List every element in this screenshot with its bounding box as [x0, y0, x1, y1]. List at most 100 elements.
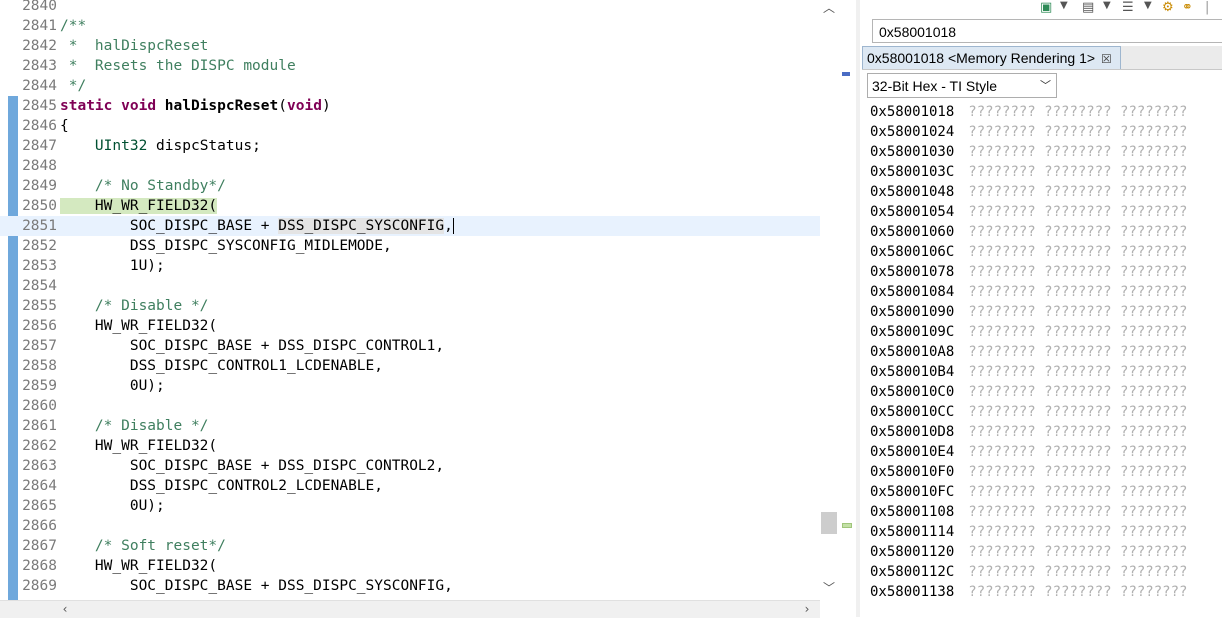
memory-values[interactable]: ???????? ???????? ????????	[968, 324, 1187, 340]
memory-values[interactable]: ???????? ???????? ????????	[968, 504, 1187, 520]
memory-row[interactable]: 0x58001090 ???????? ???????? ????????	[870, 302, 1187, 322]
memory-row[interactable]: 0x58001138 ???????? ???????? ????????	[870, 582, 1187, 602]
code-line[interactable]: 2855 /* Disable */	[0, 296, 820, 316]
memory-values[interactable]: ???????? ???????? ????????	[968, 404, 1187, 420]
memory-address-input[interactable]: 0x58001018	[872, 19, 1222, 43]
memory-row[interactable]: 0x58001048 ???????? ???????? ????????	[870, 182, 1187, 202]
code-line[interactable]: 2857 SOC_DISPC_BASE + DSS_DISPC_CONTROL1…	[0, 336, 820, 356]
format-select[interactable]: 32-Bit Hex - TI Style ﹀	[867, 73, 1057, 98]
code-line[interactable]: 2840	[0, 0, 820, 16]
code-text[interactable]: * Resets the DISPC module	[60, 56, 296, 76]
memory-values[interactable]: ???????? ???????? ????????	[968, 184, 1187, 200]
code-line[interactable]: 2861 /* Disable */	[0, 416, 820, 436]
memory-row[interactable]: 0x5800106C ???????? ???????? ????????	[870, 242, 1187, 262]
code-text[interactable]: HW_WR_FIELD32(	[60, 436, 217, 456]
occurrence-marker[interactable]	[842, 72, 850, 76]
code-line[interactable]: 2869 SOC_DISPC_BASE + DSS_DISPC_SYSCONFI…	[0, 576, 820, 596]
code-line[interactable]: 2843 * Resets the DISPC module	[0, 56, 820, 76]
code-text[interactable]: /* No Standby*/	[60, 176, 226, 196]
code-text[interactable]: SOC_DISPC_BASE + DSS_DISPC_CONTROL2,	[60, 456, 444, 476]
memory-row[interactable]: 0x58001018 ???????? ???????? ????????	[870, 102, 1187, 122]
code-line[interactable]: 2841/**	[0, 16, 820, 36]
code-line[interactable]: 2845 static void halDispcReset(void)	[0, 96, 820, 116]
code-text[interactable]: UInt32 dispcStatus;	[60, 136, 261, 156]
code-line[interactable]: 2868 HW_WR_FIELD32(	[0, 556, 820, 576]
memory-row[interactable]: 0x58001114 ???????? ???????? ????????	[870, 522, 1187, 542]
dropdown-arrow-icon[interactable]: ▼	[1103, 0, 1111, 11]
memory-row[interactable]: 0x58001078 ???????? ???????? ????????	[870, 262, 1187, 282]
memory-row[interactable]: 0x58001054 ???????? ???????? ????????	[870, 202, 1187, 222]
dropdown-arrow-icon[interactable]: ▼	[1144, 0, 1152, 11]
memory-values[interactable]: ???????? ???????? ????????	[968, 364, 1187, 380]
memory-values[interactable]: ???????? ???????? ????????	[968, 204, 1187, 220]
memory-row[interactable]: 0x580010D8 ???????? ???????? ????????	[870, 422, 1187, 442]
code-line[interactable]: 2864 DSS_DISPC_CONTROL2_LCDENABLE,	[0, 476, 820, 496]
code-line[interactable]: 2846{	[0, 116, 820, 136]
scrollbar-thumb[interactable]	[821, 512, 837, 534]
code-text[interactable]: {	[60, 116, 69, 136]
dropdown-arrow-icon[interactable]: ▼	[1060, 0, 1068, 11]
code-text[interactable]: SOC_DISPC_BASE + DSS_DISPC_SYSCONFIG,	[60, 216, 454, 236]
memory-values[interactable]: ???????? ???????? ????????	[968, 544, 1187, 560]
memory-values[interactable]: ???????? ???????? ????????	[968, 304, 1187, 320]
memory-row[interactable]: 0x580010B4 ???????? ???????? ????????	[870, 362, 1187, 382]
memory-values[interactable]: ???????? ???????? ????????	[968, 284, 1187, 300]
code-text[interactable]: */	[60, 76, 86, 96]
code-line[interactable]: 2853 1U);	[0, 256, 820, 276]
code-text[interactable]: SOC_DISPC_BASE + DSS_DISPC_SYSCONFIG,	[60, 576, 453, 596]
memory-values[interactable]: ???????? ???????? ????????	[968, 244, 1187, 260]
code-line[interactable]: 2849 /* No Standby*/	[0, 176, 820, 196]
code-line[interactable]: 2863 SOC_DISPC_BASE + DSS_DISPC_CONTROL2…	[0, 456, 820, 476]
code-line[interactable]: 2851 SOC_DISPC_BASE + DSS_DISPC_SYSCONFI…	[0, 216, 820, 236]
code-text[interactable]: * halDispcReset	[60, 36, 209, 56]
code-text[interactable]: /* Soft reset*/	[60, 536, 226, 556]
import-icon[interactable]: ▤	[1082, 0, 1094, 15]
memory-row[interactable]: 0x58001024 ???????? ???????? ????????	[870, 122, 1187, 142]
memory-values[interactable]: ???????? ???????? ????????	[968, 524, 1187, 540]
chevron-down-icon[interactable]: ﹀	[1040, 74, 1051, 98]
memory-values[interactable]: ???????? ???????? ????????	[968, 104, 1187, 120]
code-line[interactable]: 2844 */	[0, 76, 820, 96]
chevron-down-icon[interactable]: ﹀	[820, 580, 838, 596]
memory-row[interactable]: 0x58001060 ???????? ???????? ????????	[870, 222, 1187, 242]
memory-row[interactable]: 0x58001084 ???????? ???????? ????????	[870, 282, 1187, 302]
code-text[interactable]: 0U);	[60, 496, 165, 516]
refresh-icon[interactable]: ⚙	[1162, 0, 1174, 15]
memory-values[interactable]: ???????? ???????? ????????	[968, 124, 1187, 140]
memory-row[interactable]: 0x580010F0 ???????? ???????? ????????	[870, 462, 1187, 482]
chevron-up-icon[interactable]: ︿	[820, 0, 838, 16]
memory-row[interactable]: 0x5800103C ???????? ???????? ????????	[870, 162, 1187, 182]
code-line[interactable]: 2866	[0, 516, 820, 536]
memory-values[interactable]: ???????? ???????? ????????	[968, 224, 1187, 240]
memory-values[interactable]: ???????? ???????? ????????	[968, 564, 1187, 580]
memory-values[interactable]: ???????? ???????? ????????	[968, 264, 1187, 280]
export-icon[interactable]: ☰	[1122, 0, 1134, 15]
memory-row[interactable]: 0x5800109C ???????? ???????? ????????	[870, 322, 1187, 342]
code-line[interactable]: 2858 DSS_DISPC_CONTROL1_LCDENABLE,	[0, 356, 820, 376]
memory-values[interactable]: ???????? ???????? ????????	[968, 344, 1187, 360]
code-text[interactable]: 1U);	[60, 256, 165, 276]
code-text[interactable]: SOC_DISPC_BASE + DSS_DISPC_CONTROL1,	[60, 336, 444, 356]
link-icon[interactable]: ⚭	[1182, 0, 1193, 15]
code-line[interactable]: 2848	[0, 156, 820, 176]
memory-values[interactable]: ???????? ???????? ????????	[968, 424, 1187, 440]
code-text[interactable]: DSS_DISPC_CONTROL1_LCDENABLE,	[60, 356, 383, 376]
code-line[interactable]: 2842 * halDispcReset	[0, 36, 820, 56]
editor-horizontal-scrollbar[interactable]: ‹ ›	[0, 600, 820, 618]
memory-row[interactable]: 0x58001030 ???????? ???????? ????????	[870, 142, 1187, 162]
overview-ruler[interactable]	[838, 0, 854, 600]
code-editor[interactable]: 2840 2841/** 2842 * halDispcReset 2843 * Re…	[0, 0, 820, 600]
code-line[interactable]: 2860	[0, 396, 820, 416]
close-icon[interactable]: ☒	[1101, 52, 1112, 66]
memory-row[interactable]: 0x580010CC ???????? ???????? ????????	[870, 402, 1187, 422]
code-line[interactable]: 2865 0U);	[0, 496, 820, 516]
memory-row[interactable]: 0x58001108 ???????? ???????? ????????	[870, 502, 1187, 522]
code-text[interactable]: 0U);	[60, 376, 165, 396]
code-line[interactable]: 2867 /* Soft reset*/	[0, 536, 820, 556]
memory-values[interactable]: ???????? ???????? ????????	[968, 444, 1187, 460]
tab-memory-rendering[interactable]: 0x58001018 <Memory Rendering 1> ☒	[862, 46, 1121, 69]
code-text[interactable]: /* Disable */	[60, 416, 209, 436]
code-line[interactable]: 2856 HW_WR_FIELD32(	[0, 316, 820, 336]
memory-row[interactable]: 0x580010C0 ???????? ???????? ????????	[870, 382, 1187, 402]
memory-values[interactable]: ???????? ???????? ????????	[968, 464, 1187, 480]
